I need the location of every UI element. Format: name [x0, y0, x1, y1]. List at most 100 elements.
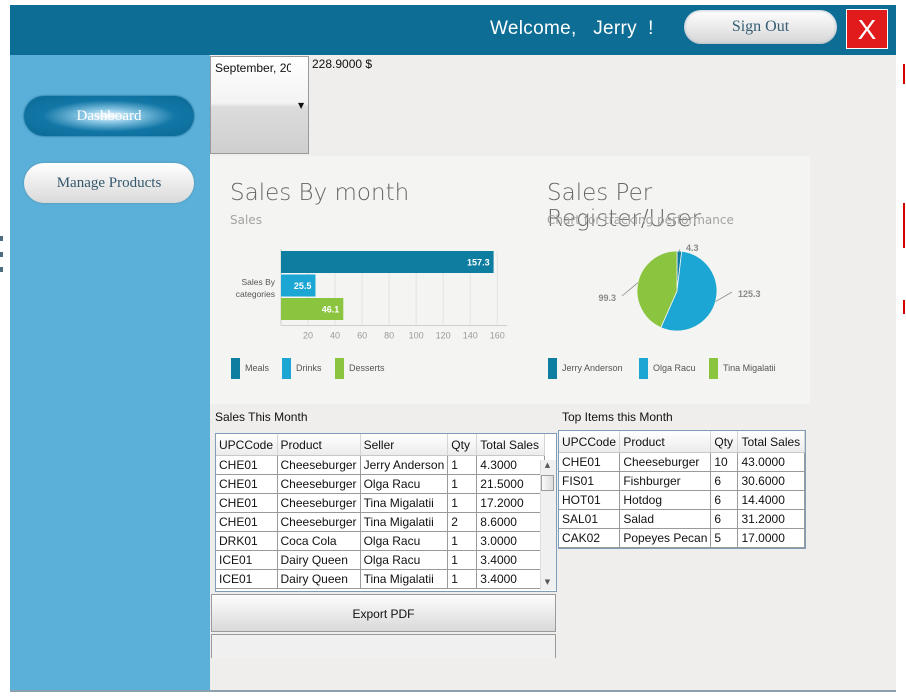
scroll-down-icon[interactable]: ▼ [541, 578, 554, 586]
legend-swatch-jerry [548, 358, 557, 379]
legend-swatch-meals [231, 358, 240, 379]
table-cell: Hotdog [619, 490, 712, 510]
bottom-panel [211, 634, 556, 658]
table-cell: 17.0000 [737, 528, 805, 548]
table-cell: 1 [447, 531, 478, 551]
table-cell: ICE01 [216, 569, 278, 589]
scroll-up-icon[interactable]: ▲ [541, 461, 554, 469]
legend-swatch-olga [639, 358, 648, 379]
table-cell: CAK02 [559, 528, 621, 548]
table-row[interactable]: FIS01 Fishburger 6 30.6000 [559, 471, 805, 491]
column-header[interactable]: UPCCode [216, 434, 278, 456]
month-select-value: September, 2015 [215, 61, 291, 75]
table-cell: SAL01 [559, 509, 621, 529]
table-cell: Tina Migalatii [360, 493, 449, 513]
table-cell: 2 [447, 512, 478, 532]
table-row[interactable]: ICE01 Dairy Queen Olga Racu 1 3.4000 [216, 550, 546, 570]
table-cell: ICE01 [216, 550, 278, 570]
edge-marker [0, 267, 3, 272]
table-cell: Olga Racu [360, 550, 449, 570]
table-cell: Tina Migalatii [360, 512, 449, 532]
x-tick-label: 140 [463, 331, 478, 341]
month-select[interactable]: September, 2015 ▼ [210, 56, 309, 154]
table-cell: Tina Migalatii [360, 569, 449, 589]
top-items-table[interactable]: UPCCode Product Qty Total Sales CHE01 Cheese… [558, 430, 806, 549]
table-cell: 3.4000 [476, 569, 546, 589]
bar-value-label: 157.3 [467, 258, 490, 268]
legend-swatch-desserts [335, 358, 344, 379]
export-pdf-button[interactable]: Export PDF [211, 594, 556, 632]
column-header[interactable]: Product [277, 434, 361, 456]
table-row[interactable]: CHE01 Cheeseburger Tina Migalatii 2 8.6000 [216, 512, 546, 532]
table-row[interactable]: DRK01 Coca Cola Olga Racu 1 3.0000 [216, 531, 546, 551]
bar-value-label: 25.5 [294, 281, 312, 291]
bar-meals [281, 251, 494, 273]
table-row[interactable]: CHE01 Cheeseburger Tina Migalatii 1 17.2000 [216, 493, 546, 513]
sales-table-title: Sales This Month [215, 410, 308, 424]
legend-label-desserts: Desserts [349, 363, 385, 373]
table-cell: Cheeseburger [277, 474, 361, 494]
x-tick-label: 120 [436, 331, 451, 341]
table-cell: 6 [710, 509, 739, 529]
x-tick-label: 80 [384, 331, 394, 341]
table-cell: Fishburger [619, 471, 712, 491]
column-header[interactable]: Qty [447, 434, 478, 456]
table-row[interactable]: CHE01 Cheeseburger Jerry Anderson 1 4.3000 [216, 455, 546, 475]
edge-marker [903, 64, 905, 84]
table-row[interactable]: ICE01 Dairy Queen Tina Migalatii 1 3.4000 [216, 569, 546, 589]
table-row[interactable]: CHE01 Cheeseburger Olga Racu 1 21.5000 [216, 474, 546, 494]
edge-marker [903, 300, 905, 314]
table-cell: 3.4000 [476, 550, 546, 570]
table-row[interactable]: CAK02 Popeyes Pecan 5 17.0000 [559, 528, 805, 548]
column-header[interactable]: Seller [360, 434, 449, 456]
table-cell: CHE01 [216, 455, 278, 475]
table-cell: CHE01 [216, 474, 278, 494]
sidebar [10, 55, 210, 691]
table-cell: Popeyes Pecan [619, 528, 712, 548]
y-axis-label: Sales By categories [236, 277, 276, 299]
table-row[interactable]: SAL01 Salad 6 31.2000 [559, 509, 805, 529]
sidebar-item-dashboard[interactable]: Dashboard [24, 96, 194, 136]
column-header[interactable]: Qty [710, 431, 739, 453]
dropdown-arrow-icon: ▼ [298, 101, 305, 110]
x-tick-label: 60 [357, 331, 367, 341]
close-button[interactable]: X [846, 9, 888, 49]
scroll-thumb[interactable] [541, 475, 554, 491]
table-row[interactable]: HOT01 Hotdog 6 14.4000 [559, 490, 805, 510]
pie-value-label: 125.3 [738, 289, 761, 299]
sidebar-item-manage-products[interactable]: Manage Products [24, 163, 194, 203]
column-header[interactable]: Total Sales [476, 434, 546, 456]
table-cell: 8.6000 [476, 512, 546, 532]
table-cell: 30.6000 [737, 471, 805, 491]
window-bottom-edge [10, 690, 896, 692]
column-header[interactable]: Product [619, 431, 712, 453]
top-items-title: Top Items this Month [562, 410, 673, 424]
edge-marker [0, 252, 3, 257]
table-cell: 10 [710, 452, 739, 472]
table-row[interactable]: CHE01 Cheeseburger 10 43.0000 [559, 452, 805, 472]
table-cell: CHE01 [216, 512, 278, 532]
table-cell: Salad [619, 509, 712, 529]
table-cell: 4.3000 [476, 455, 546, 475]
table-cell: DRK01 [216, 531, 278, 551]
bar-chart-title: Sales By month [230, 180, 410, 206]
sales-table[interactable]: UPCCode Product Seller Qty Total Sales CHE01… [215, 433, 557, 592]
table-cell: Cheeseburger [277, 512, 361, 532]
x-tick-label: 160 [490, 331, 505, 341]
table-cell: Jerry Anderson [360, 455, 449, 475]
table-cell: CHE01 [216, 493, 278, 513]
table-cell: Coca Cola [277, 531, 361, 551]
close-icon: X [857, 14, 877, 45]
edge-marker [0, 236, 3, 241]
sign-out-button[interactable]: Sign Out [684, 10, 837, 44]
column-header[interactable]: UPCCode [559, 431, 621, 453]
table-cell: 1 [447, 474, 478, 494]
column-header[interactable]: Total Sales [737, 431, 805, 453]
pie-chart-subtitle: Chart for tracking performance [547, 213, 734, 227]
table-cell: FIS01 [559, 471, 621, 491]
legend-label-olga: Olga Racu [653, 363, 696, 373]
legend-swatch-tina [709, 358, 718, 379]
table-cell: CHE01 [559, 452, 621, 472]
bar-chart: 157.3 25.5 46.1 20 40 60 80 100 120 140 160 Sales B… [236, 249, 507, 341]
table-cell: 6 [710, 471, 739, 491]
